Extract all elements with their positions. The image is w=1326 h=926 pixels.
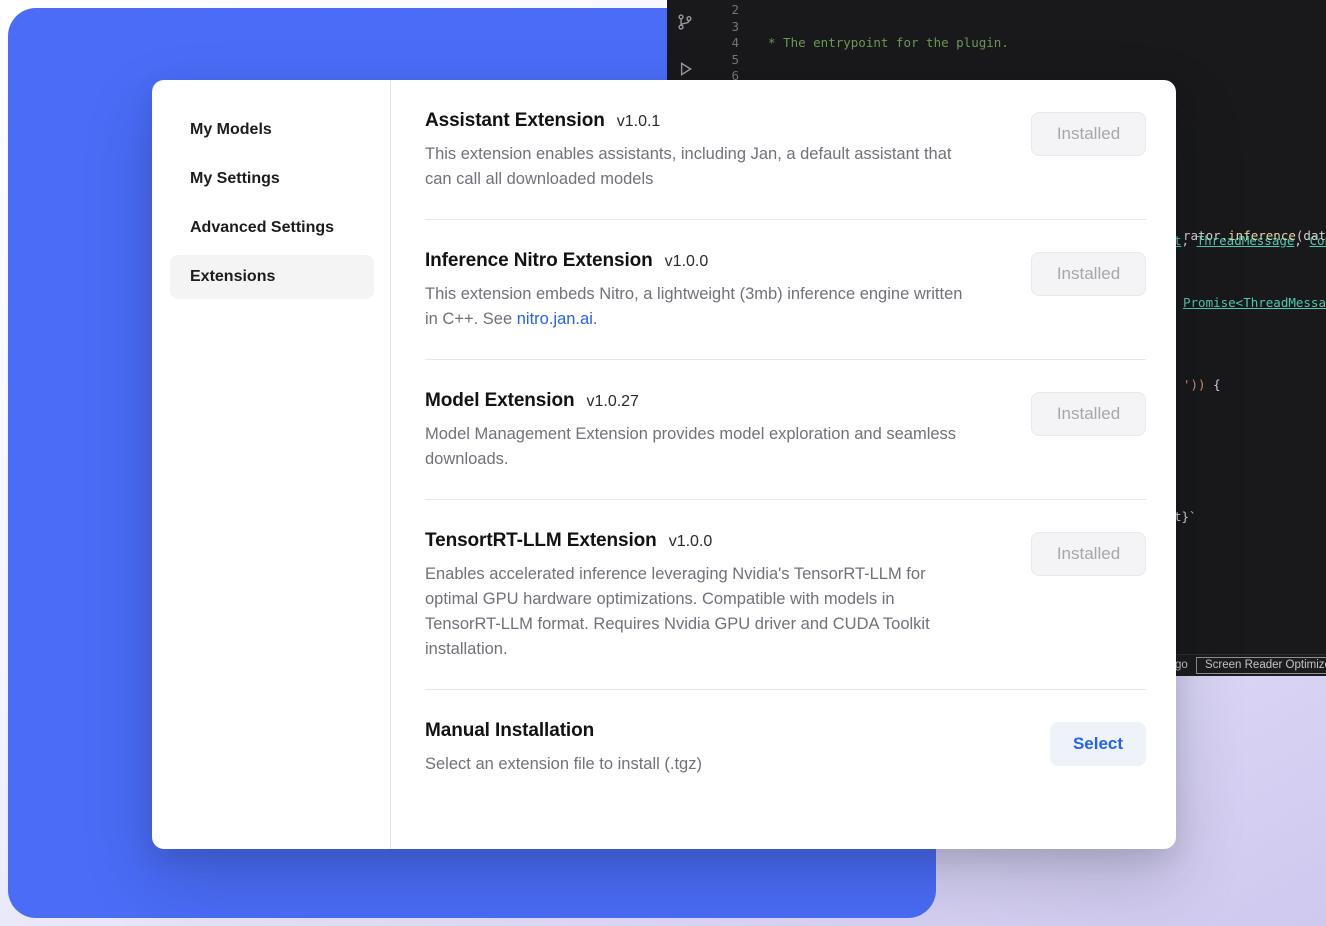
extension-title: TensortRT-LLM Extension v1.0.0 [425,530,970,552]
manual-installation-description: Select an extension file to install (.tg… [425,752,702,777]
code-fragment: t}` [1174,509,1197,526]
extension-name: Inference Nitro Extension [425,250,653,272]
extension-title: Model Extension v1.0.27 [425,390,970,412]
extension-row-assistant: Assistant Extension v1.0.1 This extensio… [425,80,1146,220]
extension-version: v1.0.27 [586,393,638,411]
select-file-button[interactable]: Select [1050,722,1146,766]
code-text: rator. [1183,228,1228,243]
extension-name: TensortRT-LLM Extension [425,530,657,552]
installed-button[interactable]: Installed [1031,392,1146,436]
sidebar-item-my-settings[interactable]: My Settings [170,157,374,201]
line-number: 2 [703,2,739,19]
extension-title: Inference Nitro Extension v1.0.0 [425,250,970,272]
settings-modal: My Models My Settings Advanced Settings … [152,80,1176,849]
screen-reader-status-badge: Screen Reader Optimized [1196,657,1326,674]
sidebar-item-extensions[interactable]: Extensions [170,255,374,299]
extensions-panel: Assistant Extension v1.0.1 This extensio… [391,80,1176,849]
manual-installation-info: Manual Installation Select an extension … [425,720,702,777]
string-token: ')) [1183,377,1206,392]
code-fragment: ')) { [1183,377,1221,394]
extension-info: Inference Nitro Extension v1.0.0 This ex… [425,250,970,332]
extension-row-model: Model Extension v1.0.27 Model Management… [425,360,1146,500]
extension-info: TensortRT-LLM Extension v1.0.0 Enables a… [425,530,970,662]
line-number: 4 [703,35,739,52]
sidebar-item-my-models[interactable]: My Models [170,108,374,152]
extension-description: Model Management Extension provides mode… [425,422,970,472]
sidebar-item-advanced-settings[interactable]: Advanced Settings [170,206,374,250]
manual-installation-row: Manual Installation Select an extension … [425,690,1146,804]
settings-sidebar: My Models My Settings Advanced Settings … [152,80,391,849]
code-line-comment: * The entrypoint for the plugin. [760,35,1326,52]
extension-version: v1.0.1 [617,113,661,131]
status-item: go [1175,659,1188,671]
extension-version: v1.0.0 [669,533,713,551]
extension-version: v1.0.0 [665,253,709,271]
code-text: (data)); [1296,228,1326,243]
installed-button[interactable]: Installed [1031,532,1146,576]
extension-description: Enables accelerated inference leveraging… [425,562,970,662]
source-control-icon [676,13,694,31]
extension-info: Model Extension v1.0.27 Model Management… [425,390,970,472]
function-token: inference [1228,228,1296,243]
extension-row-tensorrt: TensortRT-LLM Extension v1.0.0 Enables a… [425,500,1146,690]
manual-installation-title: Manual Installation [425,720,702,742]
nitro-jan-ai-link[interactable]: nitro.jan.ai. [517,310,598,328]
manual-installation-name: Manual Installation [425,720,594,742]
extension-title: Assistant Extension v1.0.1 [425,110,970,132]
code-fragment: Promise<ThreadMessage> [1183,295,1326,312]
run-debug-icon [676,60,694,78]
installed-button[interactable]: Installed [1031,112,1146,156]
code-fragment: rator.inference(data)); [1183,228,1326,245]
extension-description: This extension embeds Nitro, a lightweig… [425,282,970,332]
line-numbers: 2 3 4 5 6 [703,2,739,85]
extension-info: Assistant Extension v1.0.1 This extensio… [425,110,970,192]
line-number: 5 [703,52,739,69]
extension-name: Assistant Extension [425,110,605,132]
installed-button[interactable]: Installed [1031,252,1146,296]
extension-name: Model Extension [425,390,574,412]
line-number: 3 [703,19,739,36]
extension-description: This extension enables assistants, inclu… [425,142,970,192]
code-text: { [1206,377,1221,392]
extension-row-nitro: Inference Nitro Extension v1.0.0 This ex… [425,220,1146,360]
description-text: This extension embeds Nitro, a lightweig… [425,285,962,328]
